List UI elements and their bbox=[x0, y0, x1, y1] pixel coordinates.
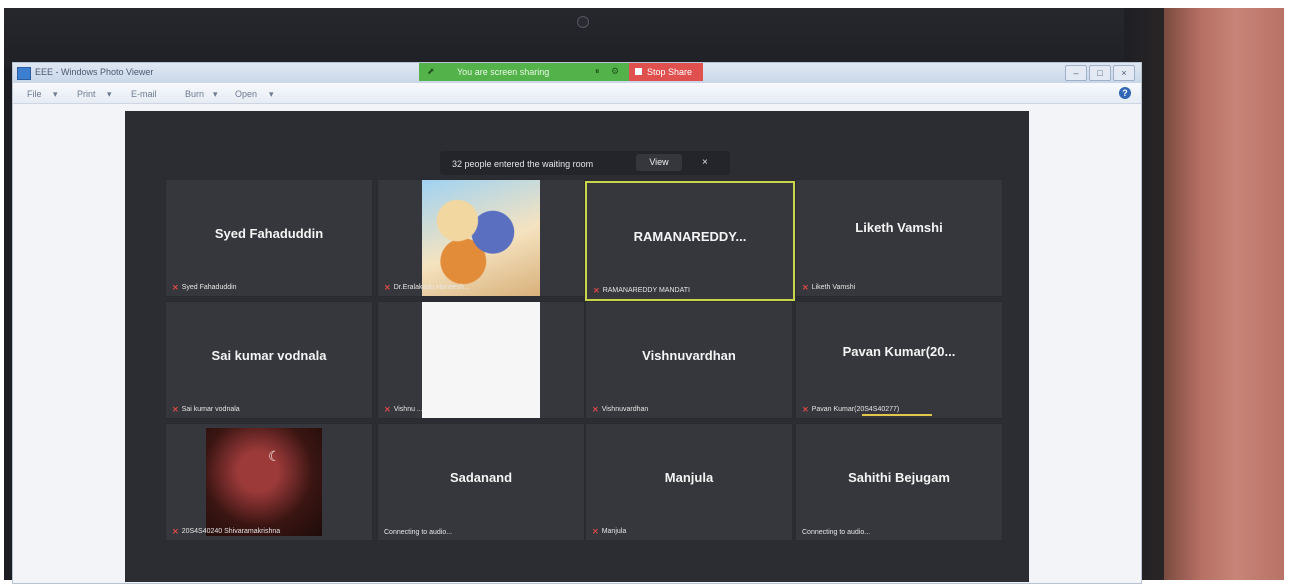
participant-tile[interactable]: Pavan Kumar(20... ⨯ Pavan Kumar(20S4S4027… bbox=[795, 301, 1003, 419]
mic-off-icon: ⨯ bbox=[802, 405, 809, 414]
audio-level-bar bbox=[862, 414, 932, 416]
participant-tile[interactable]: Vishnuvardhan ⨯ Vishnuvardhan bbox=[585, 301, 793, 419]
mic-off-icon: ⨯ bbox=[593, 286, 600, 295]
participant-name: Sadanand bbox=[449, 470, 513, 485]
participant-label-text: Connecting to audio... bbox=[802, 529, 871, 536]
mic-off-icon: ⨯ bbox=[802, 283, 809, 292]
menu-bar: File ▾ Print ▾ E-mail Burn ▾ Open ▾ ? bbox=[13, 83, 1141, 104]
participant-name: Sahithi Bejugam bbox=[848, 470, 950, 485]
help-icon[interactable]: ? bbox=[1119, 87, 1131, 99]
waiting-room-message: 32 people entered the waiting room bbox=[452, 159, 594, 169]
participant-tile[interactable]: Liketh Vamshi ⨯ Liketh Vamshi bbox=[795, 179, 1003, 297]
menu-email[interactable]: E-mail bbox=[131, 89, 157, 99]
participant-label-text: Vishnuvardhan bbox=[601, 406, 649, 413]
participant-label-text: Syed Fahaduddin bbox=[181, 284, 237, 291]
menu-file-dropdown-icon[interactable]: ▾ bbox=[53, 89, 58, 100]
participant-label: Connecting to audio... bbox=[384, 529, 452, 536]
menu-print[interactable]: Print bbox=[77, 89, 96, 99]
participant-label: Connecting to audio... bbox=[802, 529, 870, 536]
participant-name: RAMANAREDDY... bbox=[633, 229, 747, 244]
participant-label-text: Connecting to audio... bbox=[384, 529, 453, 536]
participant-label-text: Dr.Eralakadu Haneesh... bbox=[393, 284, 470, 291]
screen-sharing-bar: ⬈ You are screen sharing ⏸ ⚙ bbox=[419, 63, 629, 81]
mic-off-icon: ⨯ bbox=[384, 405, 391, 414]
participant-name: Vishnuvardhan bbox=[642, 348, 736, 363]
mic-off-icon: ⨯ bbox=[172, 283, 179, 292]
participant-tile[interactable]: Sai kumar vodnala ⨯ Sai kumar vodnala bbox=[165, 301, 373, 419]
sharing-status: You are screen sharing bbox=[457, 67, 550, 77]
participant-label: ⨯ 20S4S40240 Shivaramakrishna bbox=[172, 527, 280, 536]
menu-burn-dropdown-icon[interactable]: ▾ bbox=[213, 89, 218, 100]
participant-video bbox=[422, 180, 540, 296]
window-controls: – □ × bbox=[1065, 65, 1135, 81]
menu-burn[interactable]: Burn bbox=[185, 89, 204, 99]
settings-icon[interactable]: ⚙ bbox=[611, 66, 619, 77]
participant-label-text: 20S4S40240 Shivaramakrishna bbox=[181, 528, 281, 535]
participant-label-text: Vishnu ... bbox=[393, 406, 423, 413]
pause-icon[interactable]: ⏸ bbox=[595, 66, 600, 77]
participant-label: ⨯ Pavan Kumar(20S4S40277) bbox=[802, 405, 899, 414]
mic-off-icon: ⨯ bbox=[592, 527, 599, 536]
menu-open-dropdown-icon[interactable]: ▾ bbox=[269, 89, 274, 100]
participant-label: ⨯ Vishnuvardhan bbox=[592, 405, 648, 414]
participant-label: ⨯ Syed Fahaduddin bbox=[172, 283, 237, 292]
menu-print-dropdown-icon[interactable]: ▾ bbox=[107, 89, 112, 100]
participant-tile[interactable]: Sadanand Connecting to audio... bbox=[377, 423, 585, 541]
mic-off-icon: ⨯ bbox=[172, 527, 179, 536]
participant-label-text: Sai kumar vodnala bbox=[181, 406, 240, 413]
participant-tile[interactable]: ⨯ Vishnu ... bbox=[377, 301, 585, 419]
close-window-button[interactable]: × bbox=[1113, 65, 1135, 81]
participant-label-text: RAMANAREDDY MANDATI bbox=[602, 287, 690, 294]
active-speaker-tile[interactable]: RAMANAREDDY... ⨯ RAMANAREDDY MANDATI bbox=[585, 181, 795, 301]
stop-share-label: Stop Share bbox=[647, 67, 693, 77]
stop-icon bbox=[635, 68, 642, 75]
background-wall bbox=[1164, 8, 1284, 580]
monitor-bezel bbox=[4, 8, 1284, 68]
zoom-meeting-view: 32 people entered the waiting room View … bbox=[125, 111, 1029, 582]
participant-name: Pavan Kumar(20... bbox=[842, 344, 956, 359]
minimize-button[interactable]: – bbox=[1065, 65, 1087, 81]
menu-open[interactable]: Open bbox=[235, 89, 257, 99]
participant-name: Liketh Vamshi bbox=[855, 220, 943, 235]
webcam-icon bbox=[577, 16, 589, 28]
waiting-room-notification: 32 people entered the waiting room View … bbox=[440, 151, 730, 175]
moon-icon: ☾ bbox=[268, 448, 281, 464]
maximize-button[interactable]: □ bbox=[1089, 65, 1111, 81]
participant-label: ⨯ Sai kumar vodnala bbox=[172, 405, 240, 414]
participant-tile[interactable]: Sahithi Bejugam Connecting to audio... bbox=[795, 423, 1003, 541]
participant-name: Manjula bbox=[664, 470, 714, 485]
participant-label: ⨯ Liketh Vamshi bbox=[802, 283, 855, 292]
participant-tile[interactable]: Manjula ⨯ Manjula bbox=[585, 423, 793, 541]
photo-viewer-icon bbox=[17, 67, 31, 80]
participant-label-text: Liketh Vamshi bbox=[811, 284, 856, 291]
participant-tile[interactable]: Syed Fahaduddin ⨯ Syed Fahaduddin bbox=[165, 179, 373, 297]
window-title: EEE - Windows Photo Viewer bbox=[35, 67, 154, 77]
participant-label: ⨯ Manjula bbox=[592, 527, 626, 536]
share-icon: ⬈ bbox=[427, 66, 435, 76]
mic-off-icon: ⨯ bbox=[384, 283, 391, 292]
participant-video: ☾ bbox=[206, 428, 322, 536]
participant-label: ⨯ Dr.Eralakadu Haneesh... bbox=[384, 283, 470, 292]
participant-name: Sai kumar vodnala bbox=[211, 348, 327, 363]
participant-name: Syed Fahaduddin bbox=[214, 226, 324, 241]
mic-off-icon: ⨯ bbox=[592, 405, 599, 414]
participant-tile[interactable]: ☾ ⨯ 20S4S40240 Shivaramakrishna bbox=[165, 423, 373, 541]
participant-tile[interactable]: ⨯ Dr.Eralakadu Haneesh... bbox=[377, 179, 585, 297]
mic-off-icon: ⨯ bbox=[172, 405, 179, 414]
view-waiting-room-button[interactable]: View bbox=[636, 154, 682, 171]
participant-label: ⨯ RAMANAREDDY MANDATI bbox=[593, 286, 690, 295]
participant-label-text: Pavan Kumar(20S4S40277) bbox=[811, 406, 900, 413]
stop-share-button[interactable]: Stop Share bbox=[629, 63, 703, 81]
close-notification-icon[interactable]: × bbox=[702, 157, 708, 168]
participant-label-text: Manjula bbox=[601, 528, 627, 535]
participant-label: ⨯ Vishnu ... bbox=[384, 405, 423, 414]
participant-video bbox=[422, 302, 540, 418]
menu-file[interactable]: File bbox=[27, 89, 42, 99]
